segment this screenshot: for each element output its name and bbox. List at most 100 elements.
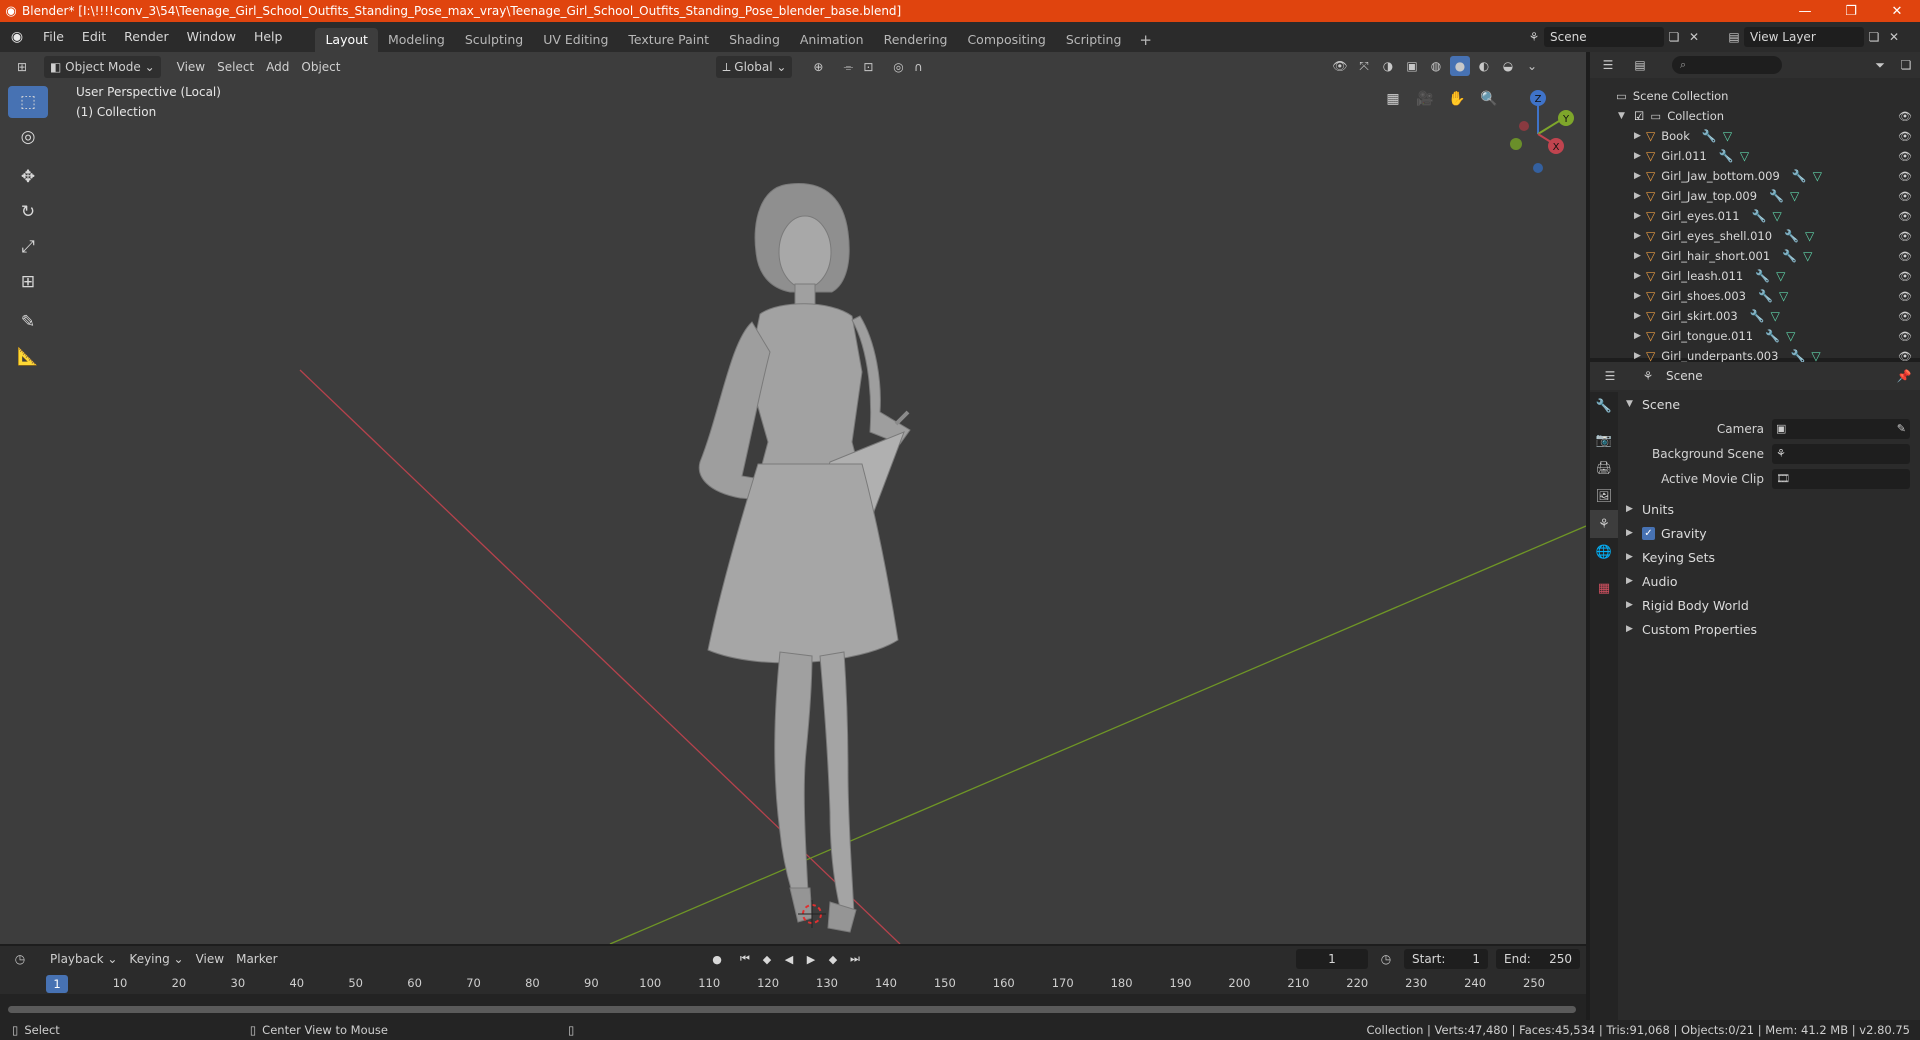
editor-type-icon[interactable]: ⊞	[12, 57, 32, 77]
pivot-icon[interactable]: ⊕	[808, 57, 828, 77]
scene-section-header[interactable]: ▼ Scene	[1622, 392, 1918, 416]
audio-panel[interactable]: ▶ Audio	[1622, 569, 1918, 593]
overlays-icon[interactable]: ◑	[1378, 56, 1398, 76]
scale-tool-icon[interactable]: ⤢	[8, 231, 48, 263]
timeline-menu-keying[interactable]: Keying ⌄	[123, 948, 189, 970]
pan-view-icon[interactable]: ✋	[1444, 86, 1470, 112]
clock-icon[interactable]: ◷	[1376, 949, 1396, 969]
eye-icon[interactable]: 👁	[1898, 210, 1912, 223]
expand-triangle-icon[interactable]: ▶	[1634, 311, 1646, 321]
menu-help[interactable]: Help	[245, 26, 292, 48]
outliner-item[interactable]: ▶ ▽ Girl_Jaw_bottom.009 🔧 ▽ 👁	[1590, 166, 1920, 186]
viewport-menu-select[interactable]: Select	[211, 56, 260, 78]
mesh-data-icon[interactable]: ▽	[1805, 229, 1814, 243]
play-icon[interactable]: ▶	[802, 949, 820, 969]
display-mode-icon[interactable]: ▤	[1630, 55, 1650, 75]
transform-orientation-selector[interactable]: ⟂ Global ⌄	[716, 56, 793, 78]
units-panel[interactable]: ▶ Units	[1622, 497, 1918, 521]
expand-triangle-icon[interactable]: ▶	[1634, 231, 1646, 241]
eye-icon[interactable]: 👁	[1898, 230, 1912, 243]
current-frame-indicator[interactable]: 1	[46, 975, 68, 993]
menu-render[interactable]: Render	[115, 26, 178, 48]
record-icon[interactable]: ●	[708, 949, 726, 969]
view-layer-tab-icon[interactable]: 🖼	[1590, 482, 1618, 510]
tab-sculpting[interactable]: Sculpting	[455, 28, 533, 52]
view-layer-field[interactable]: View Layer	[1744, 27, 1864, 47]
outliner-item[interactable]: ▶ ▽ Girl_Jaw_top.009 🔧 ▽ 👁	[1590, 186, 1920, 206]
outliner-item[interactable]: ▶ ▽ Girl_skirt.003 🔧 ▽ 👁	[1590, 306, 1920, 326]
solid-shading-icon[interactable]: ●	[1450, 56, 1470, 76]
eye-icon[interactable]: 👁	[1898, 150, 1912, 163]
mesh-data-icon[interactable]: ▽	[1790, 189, 1799, 203]
outliner-item[interactable]: ▶ ▽ Book 🔧 ▽ 👁	[1590, 126, 1920, 146]
mesh-data-icon[interactable]: ▽	[1771, 309, 1780, 323]
mesh-data-icon[interactable]: ▽	[1773, 209, 1782, 223]
expand-triangle-icon[interactable]: ▶	[1634, 191, 1646, 201]
gravity-checkbox[interactable]: ✓	[1642, 526, 1655, 540]
view-layer-icon[interactable]: ▤	[1724, 27, 1744, 47]
expand-triangle-icon[interactable]: ▶	[1634, 131, 1646, 141]
rotate-tool-icon[interactable]: ↻	[8, 196, 48, 228]
modifier-wrench-icon[interactable]: 🔧	[1790, 349, 1805, 363]
xray-icon[interactable]: ▣	[1402, 56, 1422, 76]
tab-shading[interactable]: Shading	[719, 28, 790, 52]
outliner-item[interactable]: ▶ ▽ Girl_tongue.011 🔧 ▽ 👁	[1590, 326, 1920, 346]
frame-ruler[interactable]: 1 10 20 30 40 50 60 70 80 90 100 110 120 130 140 150 160…	[0, 972, 1586, 994]
modifier-wrench-icon[interactable]: 🔧	[1769, 189, 1784, 203]
expand-triangle-icon[interactable]: ▶	[1634, 211, 1646, 221]
eye-icon[interactable]: 👁	[1898, 310, 1912, 323]
mesh-data-icon[interactable]: ▽	[1723, 129, 1732, 143]
mesh-data-icon[interactable]: ▽	[1786, 329, 1795, 343]
minimize-button[interactable]: —	[1782, 0, 1828, 22]
filter-icon[interactable]: ⏷	[1870, 55, 1890, 75]
cursor-tool-icon[interactable]: ◎	[8, 121, 48, 153]
viewport-menu-add[interactable]: Add	[260, 56, 295, 78]
new-collection-icon[interactable]: ❏	[1896, 55, 1916, 75]
scene-icon[interactable]: ⚘	[1524, 27, 1544, 47]
annotate-tool-icon[interactable]: ✎	[8, 306, 48, 338]
modifier-wrench-icon[interactable]: 🔧	[1782, 249, 1797, 263]
eyedropper-icon[interactable]: ✎	[1897, 422, 1906, 435]
jump-keyframe-back-icon[interactable]: ◆	[758, 949, 776, 969]
select-box-tool-icon[interactable]: ⬚	[8, 86, 48, 118]
measure-tool-icon[interactable]: 📐	[8, 341, 48, 373]
girl-model[interactable]	[698, 183, 911, 933]
transform-tool-icon[interactable]: ⊞	[8, 266, 48, 298]
add-workspace-button[interactable]: +	[1131, 28, 1160, 52]
rigid-body-world-panel[interactable]: ▶ Rigid Body World	[1622, 593, 1918, 617]
proportional-editing-icon[interactable]: ◎	[888, 57, 908, 77]
modifier-wrench-icon[interactable]: 🔧	[1719, 149, 1734, 163]
tab-layout[interactable]: Layout	[315, 28, 378, 52]
active-movie-clip-field[interactable]: 🎞	[1772, 468, 1910, 489]
mesh-data-icon[interactable]: ▽	[1813, 169, 1822, 183]
falloff-icon[interactable]: ∩	[908, 57, 928, 77]
blender-menu-icon[interactable]: ◉	[0, 29, 34, 45]
outliner-item[interactable]: ▶ ▽ Girl.011 🔧 ▽ 👁	[1590, 146, 1920, 166]
properties-editor-icon[interactable]: ☰	[1600, 366, 1620, 386]
orientation-gizmo[interactable]: Z Y X	[1488, 82, 1584, 178]
modifier-wrench-icon[interactable]: 🔧	[1792, 169, 1807, 183]
menu-file[interactable]: File	[34, 26, 73, 48]
mesh-data-icon[interactable]: ▽	[1776, 269, 1785, 283]
outliner-item[interactable]: ▶ ▽ Girl_shoes.003 🔧 ▽ 👁	[1590, 286, 1920, 306]
jump-start-icon[interactable]: ⏮	[736, 949, 754, 969]
eye-icon[interactable]: 👁	[1898, 290, 1912, 303]
visibility-icon[interactable]: 👁	[1330, 56, 1350, 76]
tab-animation[interactable]: Animation	[790, 28, 874, 52]
viewport-menu-object[interactable]: Object	[295, 56, 346, 78]
gravity-panel[interactable]: ▶ ✓ Gravity	[1622, 521, 1918, 545]
camera-field[interactable]: ▣ ✎	[1772, 418, 1910, 439]
move-tool-icon[interactable]: ✥	[8, 161, 48, 193]
timeline-menu-playback[interactable]: Playback ⌄	[44, 948, 123, 970]
mesh-data-icon[interactable]: ▽	[1779, 289, 1788, 303]
outliner-search-input[interactable]: ⌕	[1672, 56, 1782, 74]
checkbox-icon[interactable]: ☑	[1634, 109, 1644, 123]
modifier-wrench-icon[interactable]: 🔧	[1758, 289, 1773, 303]
grid-view-icon[interactable]: ▦	[1380, 86, 1406, 112]
modifier-wrench-icon[interactable]: 🔧	[1750, 309, 1765, 323]
expand-triangle-icon[interactable]: ▶	[1634, 331, 1646, 341]
tab-compositing[interactable]: Compositing	[957, 28, 1055, 52]
expand-triangle-icon[interactable]: ▶	[1634, 151, 1646, 161]
texture-tab-icon[interactable]: ▦	[1590, 574, 1618, 602]
expand-triangle-icon[interactable]: ▶	[1634, 271, 1646, 281]
